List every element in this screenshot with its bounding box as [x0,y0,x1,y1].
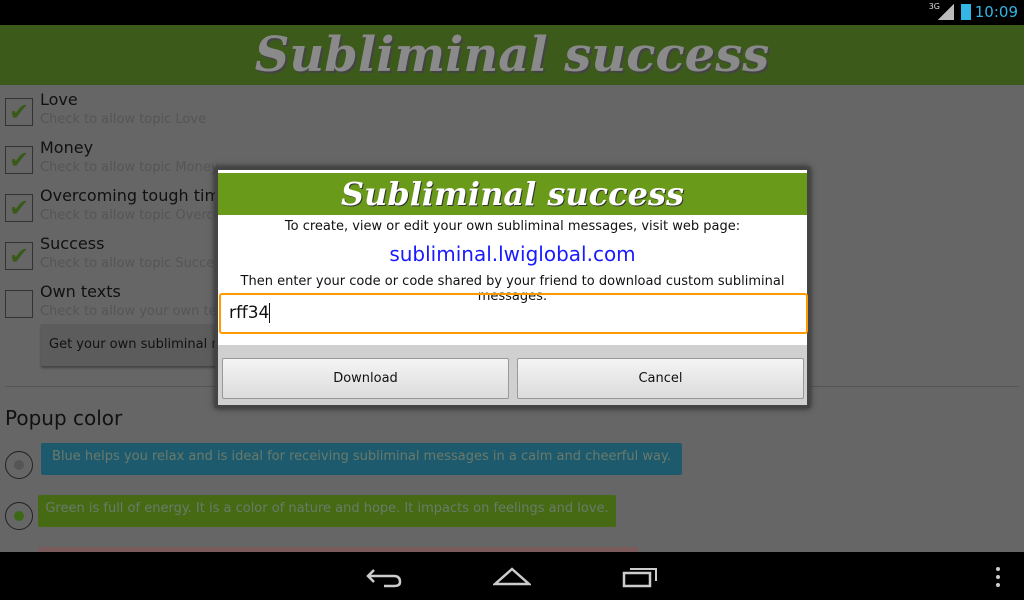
cancel-button[interactable]: Cancel [517,358,804,399]
checkmark-icon: ✔ [8,194,30,222]
get-own-messages-button[interactable]: Get your own subliminal messages [41,324,241,366]
code-dialog: Subliminal success To create, view or ed… [215,167,810,408]
topic-summary: Check to allow topic Love [40,112,207,127]
topic-title: Love [40,90,78,109]
checkbox[interactable]: ✔ [5,98,33,126]
text-caret [269,303,271,323]
dialog-logo: Subliminal success [340,175,684,213]
radio-blue[interactable] [5,451,33,479]
popup-color-heading: Popup color [5,406,123,430]
checkbox[interactable]: ✔ [5,242,33,270]
green-color-bubble[interactable]: Green is full of energy. It is a color o… [38,495,616,527]
signal-icon [938,4,954,20]
checkbox[interactable]: ✔ [5,194,33,222]
overflow-menu-icon[interactable] [994,566,1002,588]
radio-green[interactable] [5,502,33,530]
dialog-instruction-1: To create, view or edit your own sublimi… [284,219,741,234]
topic-summary: Check to allow topic Money [40,160,219,175]
dialog-button-bar: Download Cancel [218,345,807,405]
recent-apps-icon[interactable] [622,564,660,588]
code-value: rff34 [229,303,270,323]
back-icon[interactable] [366,564,402,588]
topic-summary: Check to allow your own texts [40,304,236,319]
code-input[interactable]: rff34 [219,293,808,334]
battery-charging-icon [961,4,971,20]
topic-title: Success [40,234,105,253]
website-link[interactable]: subliminal.lwiglobal.com [218,242,807,266]
app-logo: Subliminal success [254,27,770,83]
blue-color-bubble[interactable]: Blue helps you relax and is ideal for re… [41,443,682,475]
topic-title: Money [40,138,94,157]
dialog-header: Subliminal success [218,173,807,215]
topic-summary: Check to allow topic Success [40,256,228,271]
status-bar: 3G 10:09 [0,0,1024,25]
checkbox[interactable] [5,290,33,318]
checkmark-icon: ✔ [8,98,30,126]
app-header: Subliminal success [0,25,1024,85]
checkbox[interactable]: ✔ [5,146,33,174]
checkmark-icon: ✔ [8,242,30,270]
topic-title: Overcoming tough times [40,186,239,205]
navigation-bar [0,552,1024,600]
home-icon[interactable] [493,564,531,588]
clock: 10:09 [974,3,1018,21]
topic-title: Own texts [40,282,121,301]
download-button[interactable]: Download [222,358,509,399]
checkmark-icon: ✔ [8,146,30,174]
